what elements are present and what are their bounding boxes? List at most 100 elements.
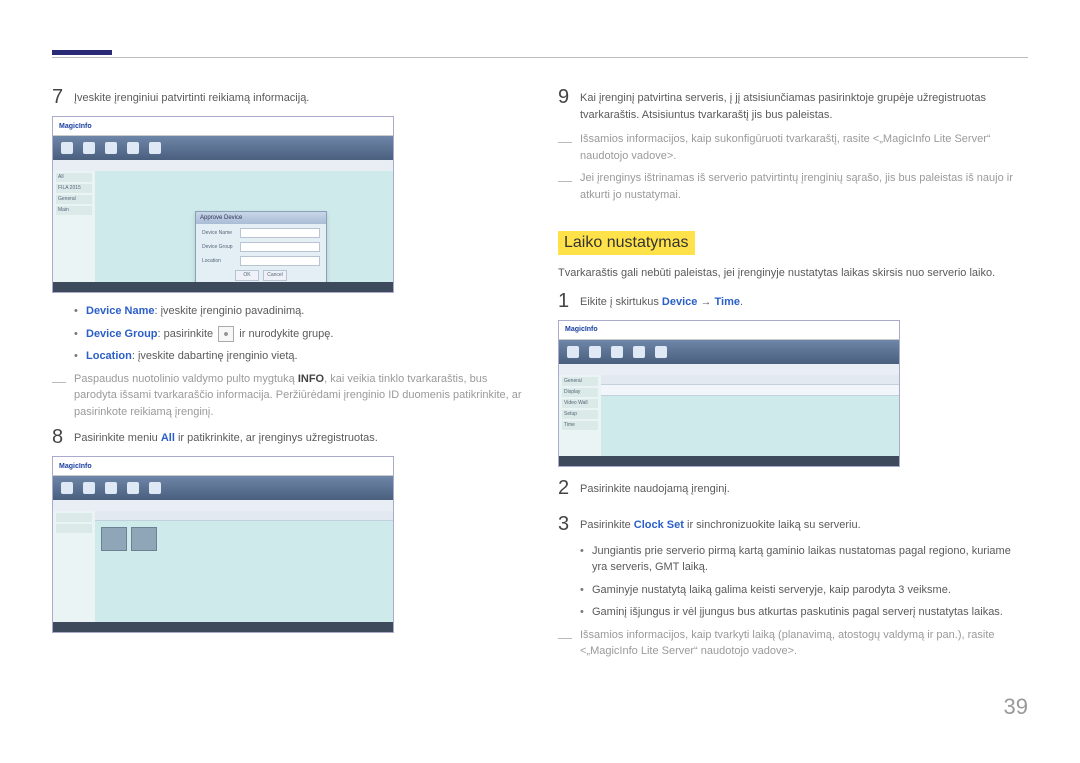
bullet-change: • Gaminyje nustatytą laiką galima keisti…: [580, 582, 1028, 599]
ss-titlebar: MagicInfo: [559, 321, 899, 340]
side-item: Main: [56, 206, 92, 215]
section-intro: Tvarkaraštis gali nebūti paleistas, jei …: [558, 265, 1028, 282]
side-item: Video Wall: [562, 399, 598, 408]
device-thumb: [131, 527, 157, 551]
step-number: 2: [558, 477, 580, 499]
screenshot-time-settings: MagicInfo General Display Video Wall Set…: [558, 320, 900, 467]
step-text: Pasirinkite naudojamą įrenginį.: [580, 477, 1028, 498]
ss-toolbar: [559, 340, 899, 364]
right-column: 9 Kai įrenginį patvirtina serveris, į jį…: [558, 86, 1028, 666]
step-number: 7: [52, 86, 74, 108]
bullet-dot: •: [580, 543, 592, 560]
step-text: Kai įrenginį patvirtina serveris, į jį a…: [580, 86, 1028, 123]
left-column: 7 Įveskite įrenginiui patvirtinti reikia…: [52, 86, 522, 666]
bullet-dot: •: [74, 303, 86, 320]
dialog-buttons: OK Cancel: [196, 270, 326, 281]
side-item: Setup: [562, 410, 598, 419]
dash-icon: ―: [52, 371, 74, 392]
note-text: Paspaudus nuotolinio valdymo pulto mygtu…: [74, 371, 522, 421]
step-2: 2 Pasirinkite naudojamą įrenginį.: [558, 477, 1028, 499]
side-item: [56, 524, 92, 533]
toolbar-icon: [105, 482, 117, 494]
dialog-field: Device Group: [202, 242, 320, 252]
dash-icon: ―: [558, 170, 580, 191]
section-title: Laiko nustatymas: [558, 231, 695, 255]
toolbar-icon: [655, 346, 667, 358]
bullet-dot: •: [74, 326, 86, 343]
note-config: ― Išsamios informacijos, kaip sukonfigūr…: [558, 131, 1028, 164]
step-text: Pasirinkite Clock Set ir sinchronizuokit…: [580, 513, 1028, 534]
note-text: Jei įrenginys ištrinamas iš serverio pat…: [580, 170, 1028, 203]
page-number: 39: [52, 694, 1028, 720]
step-9: 9 Kai įrenginį patvirtina serveris, į jį…: [558, 86, 1028, 123]
bullet-text: Gaminyje nustatytą laiką galima keisti s…: [592, 582, 1028, 599]
dialog-field: Location: [202, 256, 320, 266]
ss-thumbnails: [95, 521, 393, 557]
ss-logo: MagicInfo: [565, 326, 598, 333]
two-column-layout: 7 Įveskite įrenginiui patvirtinti reikia…: [52, 86, 1028, 666]
ss-titlebar: MagicInfo: [53, 117, 393, 136]
step-text: Įveskite įrenginiui patvirtinti reikiamą…: [74, 86, 522, 107]
bullet-location: • Location: įveskite dabartinę įrenginio…: [74, 348, 522, 365]
toolbar-icon: [61, 142, 73, 154]
note-text: Išsamios informacijos, kaip sukonfigūruo…: [580, 131, 1028, 164]
side-item: All: [56, 173, 92, 182]
side-item: Time: [562, 421, 598, 430]
step-1: 1 Eikite į skirtukus Device → Time.: [558, 290, 1028, 312]
dialog-title: Approve Device: [196, 212, 326, 224]
ss-table-header: [95, 511, 393, 521]
dialog-input: [240, 256, 320, 266]
side-item: Display: [562, 388, 598, 397]
bullet-dot: •: [74, 348, 86, 365]
ss-footer: [559, 456, 899, 466]
screenshot-device-list: MagicInfo: [52, 456, 394, 633]
toolbar-icon: [567, 346, 579, 358]
step-7: 7 Įveskite įrenginiui patvirtinti reikia…: [52, 86, 522, 108]
dash-icon: ―: [558, 131, 580, 152]
bullet-text: Device Name: įveskite įrenginio pavadini…: [86, 303, 522, 320]
header-line: [52, 57, 1028, 58]
header-rule: [52, 50, 112, 55]
toolbar-icon: [83, 482, 95, 494]
bullet-dot: •: [580, 604, 592, 621]
dialog-field: Device Name: [202, 228, 320, 238]
side-item: FILA 2015: [56, 184, 92, 193]
step-number: 1: [558, 290, 580, 312]
toolbar-icon: [105, 142, 117, 154]
toolbar-icon: [611, 346, 623, 358]
ss-logo: MagicInfo: [59, 123, 92, 130]
ss-body: [601, 375, 899, 456]
bullet-text: Jungiantis prie serverio pirmą kartą gam…: [592, 543, 1028, 576]
ss-logo: MagicInfo: [59, 463, 92, 470]
ss-table-row: [601, 385, 899, 396]
dialog-input: [240, 242, 320, 252]
dialog-ok: OK: [235, 270, 259, 281]
bullet-device-group: • Device Group: pasirinkite ir nurodykit…: [74, 326, 522, 343]
ss-table-header: [601, 375, 899, 385]
toolbar-icon: [127, 482, 139, 494]
ss-footer: [53, 622, 393, 632]
step-number: 9: [558, 86, 580, 108]
toolbar-icon: [149, 142, 161, 154]
toolbar-icon: [633, 346, 645, 358]
ellipsis-icon: [218, 326, 234, 342]
bullet-text: Location: įveskite dabartinę įrenginio v…: [86, 348, 522, 365]
bullet-text: Device Group: pasirinkite ir nurodykite …: [86, 326, 522, 343]
toolbar-icon: [127, 142, 139, 154]
toolbar-icon: [83, 142, 95, 154]
ss-body: [95, 511, 393, 622]
step-8: 8 Pasirinkite meniu All ir patikrinkite,…: [52, 426, 522, 448]
ss-sidebar: General Display Video Wall Setup Time: [559, 375, 602, 456]
dash-icon: ―: [558, 627, 580, 648]
bullet-gmt: • Jungiantis prie serverio pirmą kartą g…: [580, 543, 1028, 576]
ss-toolbar: [53, 136, 393, 160]
side-item: General: [562, 377, 598, 386]
manual-page: 7 Įveskite įrenginiui patvirtinti reikia…: [0, 0, 1080, 750]
info-note: ― Paspaudus nuotolinio valdymo pulto myg…: [52, 371, 522, 421]
bullet-dot: •: [580, 582, 592, 599]
ss-sidebar: All FILA 2015 General Main: [53, 171, 96, 282]
bullet-restore: • Gaminį išjungus ir vėl įjungus bus atk…: [580, 604, 1028, 621]
toolbar-icon: [149, 482, 161, 494]
toolbar-icon: [61, 482, 73, 494]
note-delete: ― Jei įrenginys ištrinamas iš serverio p…: [558, 170, 1028, 203]
